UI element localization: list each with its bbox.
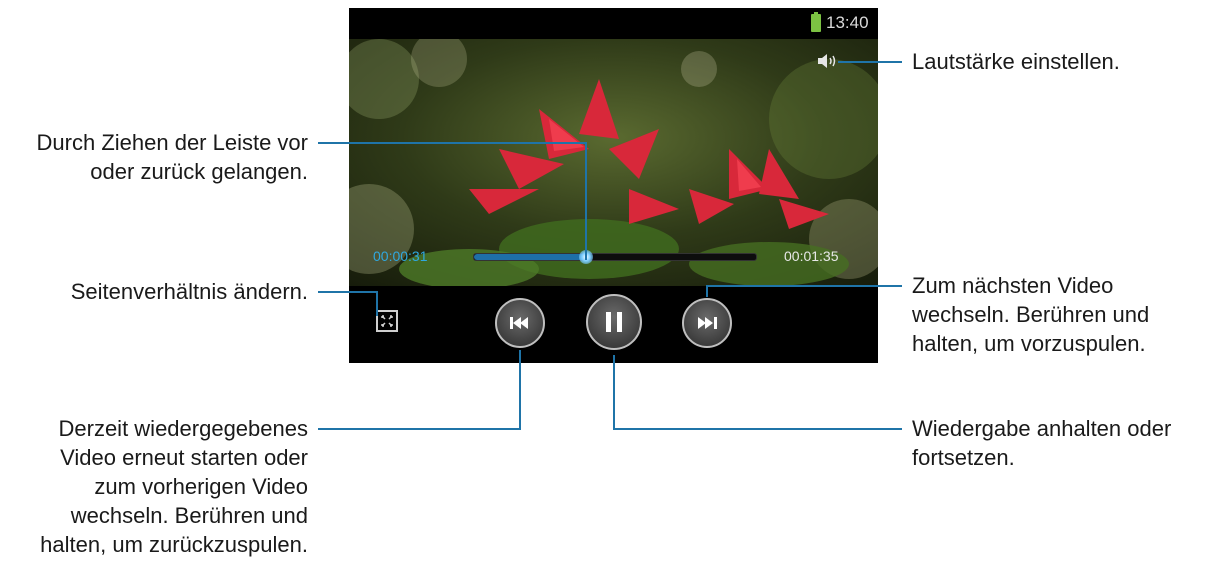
callout-seek-line-1: Durch Ziehen der Leiste vor — [36, 130, 308, 155]
seek-bar[interactable] — [473, 253, 757, 261]
pause-button[interactable] — [586, 294, 642, 350]
battery-icon — [811, 12, 821, 32]
callout-prev-line-4: wechseln. Berühren und — [70, 503, 308, 528]
callout-line-pause — [613, 428, 902, 430]
aspect-ratio-icon[interactable] — [376, 310, 398, 332]
video-frame[interactable]: 00:00:31 00:01:35 — [349, 39, 878, 286]
previous-track-icon — [510, 317, 528, 329]
callout-line-aspect-drop — [376, 291, 378, 316]
elapsed-time: 00:00:31 — [373, 248, 428, 264]
callout-line-seek — [318, 142, 586, 144]
callout-prev: Derzeit wiedergegebenes Video erneut sta… — [0, 414, 308, 559]
callout-pause: Wiedergabe anhalten oder fortsetzen. — [912, 414, 1171, 472]
callout-line-volume — [838, 61, 902, 63]
pause-icon — [606, 312, 622, 332]
callout-line-pause-rise — [613, 355, 615, 430]
callout-volume: Lautstärke einstellen. — [912, 49, 1120, 74]
callout-next: Zum nächsten Video wechseln. Berühren un… — [912, 271, 1149, 358]
speaker-icon[interactable] — [817, 53, 839, 69]
callout-aspect: Seitenverhältnis ändern. — [70, 279, 308, 304]
callout-next-line-1: Zum nächsten Video — [912, 273, 1114, 298]
callout-prev-line-5: halten, um zurückzuspulen. — [40, 532, 308, 557]
playback-controls — [349, 286, 878, 363]
callout-line-prev-rise — [519, 350, 521, 430]
callout-line-prev — [318, 428, 521, 430]
status-clock: 13:40 — [826, 13, 869, 32]
callout-pause-line-2: fortsetzen. — [912, 445, 1015, 470]
callout-line-next — [706, 285, 902, 287]
seek-bar-progress — [474, 254, 587, 260]
callout-seek: Durch Ziehen der Leiste vor oder zurück … — [0, 128, 308, 186]
callout-prev-line-2: Video erneut starten oder — [60, 445, 308, 470]
callout-prev-line-1: Derzeit wiedergegebenes — [58, 416, 309, 441]
callout-pause-line-1: Wiedergabe anhalten oder — [912, 416, 1172, 441]
next-track-icon — [698, 317, 717, 329]
callout-next-line-2: wechseln. Berühren und — [912, 302, 1150, 327]
video-player-screen: 13:40 00:00:31 00:01:35 — [349, 8, 878, 363]
callout-prev-line-3: zum vorherigen Video — [94, 474, 308, 499]
callout-next-line-3: halten, um vorzuspulen. — [912, 331, 1146, 356]
callout-line-next-drop — [706, 285, 708, 297]
total-duration: 00:01:35 — [784, 248, 839, 264]
previous-button[interactable] — [495, 298, 545, 348]
callout-line-aspect — [318, 291, 378, 293]
status-bar: 13:40 — [349, 8, 878, 39]
callout-seek-line-2: oder zurück gelangen. — [90, 159, 308, 184]
callout-line-seek-drop — [585, 142, 587, 260]
next-button[interactable] — [682, 298, 732, 348]
